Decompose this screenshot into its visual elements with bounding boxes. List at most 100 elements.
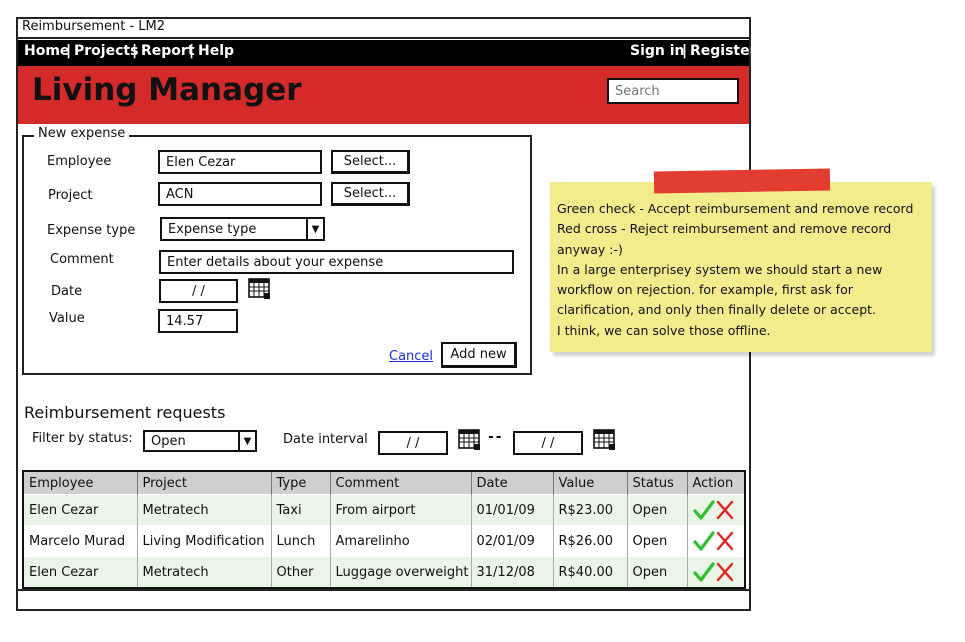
column-header[interactable]: Type [271,471,331,495]
value-field[interactable]: 14.57 [158,309,238,333]
page-header: Living Manager [18,66,749,124]
window-titlebar: Reimbursement - LM2 [16,17,751,39]
comment-field[interactable]: Enter details about your expense [159,250,514,274]
cell-project: Metratech [137,556,272,588]
cell-project: Living Modification [137,525,272,557]
nav-separator: | [66,43,72,59]
nav-home[interactable]: Home [24,43,69,59]
note-line: In a large enterprisey system we should … [557,261,883,277]
requests-table: Employee Project Type Comment Date Value… [22,470,746,589]
cell-employee: Marcelo Murad [23,525,138,557]
interval-dash: -- [488,429,504,445]
note-line: anyway :-) [557,241,623,257]
fieldset-legend: New expense [34,126,130,141]
window-title: Reimbursement - LM2 [22,19,166,34]
cancel-link[interactable]: Cancel [389,349,433,364]
cell-value: R$40.00 [553,556,628,588]
expense-type-select[interactable]: Expense type ▼ [160,217,325,241]
date-field[interactable]: / / [159,279,238,303]
note-line: workflow on rejection. for example, firs… [557,282,853,298]
status-filter-value: Open [151,434,186,449]
cell-type: Lunch [271,525,331,557]
chevron-down-icon: ▼ [238,432,255,450]
select-employee-button[interactable]: Select... [331,150,410,174]
column-header[interactable]: Employee [23,471,138,495]
cell-project: Metratech [137,494,272,526]
filter-status-label: Filter by status: [32,431,133,446]
table-row: Elen Cezar Metratech Taxi From airport 0… [23,494,746,526]
cell-status: Open [627,556,688,588]
column-header[interactable]: Value [553,471,628,495]
add-new-button[interactable]: Add new [441,342,517,368]
status-filter-select[interactable]: Open ▼ [143,430,257,452]
cell-date: 31/12/08 [471,556,554,588]
search-input[interactable] [607,78,739,104]
cell-comment: From airport [330,494,472,526]
check-icon[interactable] [692,530,715,552]
requests-heading: Reimbursement requests [24,403,226,422]
nav-separator: | [682,43,688,59]
cell-employee: Elen Cezar [23,556,138,588]
table-row: Marcelo Murad Living Modification Lunch … [23,525,746,557]
value-label: Value [49,311,85,326]
cross-icon[interactable] [715,561,735,583]
nav-register[interactable]: Register [690,43,757,59]
note-line: I think, we can solve those offline. [557,322,771,338]
check-icon[interactable] [692,499,715,521]
calendar-icon[interactable] [458,429,482,451]
employee-field[interactable]: Elen Cezar [158,150,322,174]
nav-sign-in[interactable]: Sign in [630,43,685,59]
nav-report[interactable]: Report [141,43,195,59]
cell-status: Open [627,494,688,526]
project-label: Project [48,188,93,203]
note-tape [653,168,831,194]
nav-separator: | [189,43,195,59]
sticky-note: Green check - Accept reimbursement and r… [550,182,932,352]
calendar-icon[interactable] [248,278,272,300]
app-title: Living Manager [32,72,302,108]
cell-value: R$26.00 [553,525,628,557]
calendar-icon[interactable] [593,429,617,451]
date-to-field[interactable]: / / [513,431,583,455]
window-statusbar [16,589,751,611]
date-label: Date [51,284,83,299]
nav-help[interactable]: Help [198,43,234,59]
table-header-row: Employee Project Type Comment Date Value… [23,471,746,495]
cell-employee: Elen Cezar [23,494,138,526]
table-row: Elen Cezar Metratech Other Luggage overw… [23,556,746,588]
cell-action [687,556,746,588]
employee-label: Employee [47,154,112,169]
date-interval-label: Date interval [283,432,368,447]
cell-action [687,525,746,557]
cross-icon[interactable] [715,499,735,521]
expense-type-value: Expense type [168,222,257,237]
cell-type: Taxi [271,494,331,526]
project-field[interactable]: ACN [158,182,322,206]
note-line: Red cross - Reject reimbursement and rem… [557,221,892,237]
comment-label: Comment [50,252,114,267]
cell-status: Open [627,525,688,557]
expense-type-label: Expense type [47,223,136,238]
date-from-field[interactable]: / / [378,431,448,455]
cell-comment: Amarelinho [330,525,472,557]
nav-separator: | [132,43,138,59]
note-line: clarification, and only then finally del… [557,302,877,318]
check-icon[interactable] [692,561,715,583]
column-header: Action [687,471,746,495]
select-project-button[interactable]: Select... [331,182,410,206]
cell-action [687,494,746,526]
nav-projects[interactable]: Projects [74,43,138,59]
column-header[interactable]: Status [627,471,688,495]
cell-date: 01/01/09 [471,494,554,526]
cell-date: 02/01/09 [471,525,554,557]
cross-icon[interactable] [715,530,735,552]
chevron-down-icon: ▼ [306,219,323,239]
top-nav: Home | Projects | Report | Help Sign in … [18,40,757,66]
cell-type: Other [271,556,331,588]
column-header[interactable]: Date [471,471,554,495]
column-header[interactable]: Comment [330,471,472,495]
cell-value: R$23.00 [553,494,628,526]
note-line: Green check - Accept reimbursement and r… [557,201,914,216]
column-header[interactable]: Project [137,471,272,495]
cell-comment: Luggage overweight [330,556,472,588]
